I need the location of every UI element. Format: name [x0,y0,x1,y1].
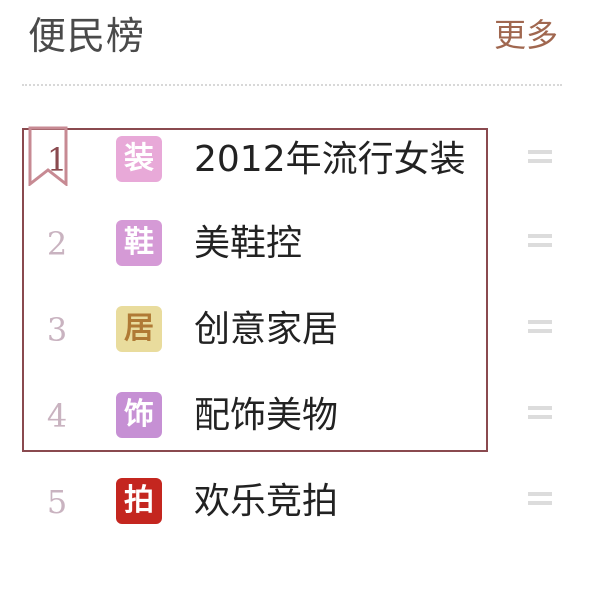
equal-trend-icon [528,234,552,252]
more-link[interactable]: 更多 [494,12,558,58]
equal-trend-icon [528,150,552,168]
equal-trend-icon [528,320,552,338]
item-label[interactable]: 配饰美物 [194,374,338,458]
item-label[interactable]: 欢乐竞拍 [194,460,338,544]
category-tag-icon: 拍 [116,478,162,524]
rank-number: 1 [46,141,68,179]
ranking-widget: 便民榜 更多 1 装 2012年流行女装 2 鞋 美鞋控 3 居 创意家居 4 … [0,0,600,597]
category-tag-icon: 居 [116,306,162,352]
category-tag-icon: 装 [116,136,162,182]
ranking-item-5[interactable]: 5 拍 欢乐竞拍 [22,460,562,544]
item-label[interactable]: 2012年流行女装 [194,118,466,202]
item-label[interactable]: 创意家居 [194,288,338,372]
rank-number: 2 [46,225,68,263]
equal-trend-icon [528,406,552,424]
item-label[interactable]: 美鞋控 [194,202,302,286]
category-tag-icon: 鞋 [116,220,162,266]
rank-number: 3 [46,311,68,349]
widget-title: 便民榜 [28,14,146,58]
rank-number: 5 [46,483,68,521]
ranking-item-3[interactable]: 3 居 创意家居 [22,288,562,372]
rank-number: 4 [46,397,68,435]
category-tag-icon: 饰 [116,392,162,438]
ranking-item-4[interactable]: 4 饰 配饰美物 [22,374,562,458]
ranking-item-2[interactable]: 2 鞋 美鞋控 [22,202,562,286]
equal-trend-icon [528,492,552,510]
ranking-item-1[interactable]: 1 装 2012年流行女装 [22,118,562,202]
header-divider [22,84,562,86]
